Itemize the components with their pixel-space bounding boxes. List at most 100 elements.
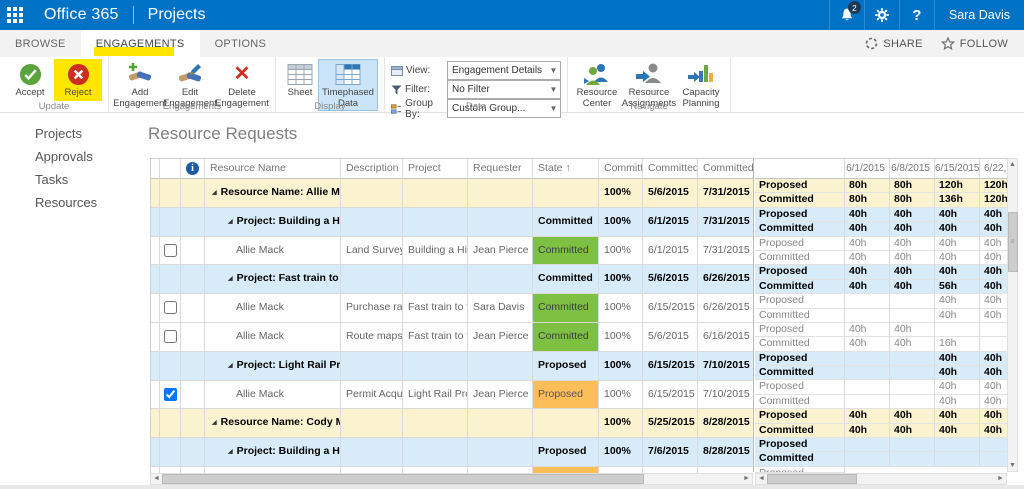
grid-row[interactable]: ◢Project: Fast train to the EasCommitted… <box>151 265 754 294</box>
header-date-2[interactable]: 6/8/2015 <box>890 159 935 179</box>
row-selector-strip[interactable] <box>151 265 160 294</box>
follow-button[interactable]: FOLLOW <box>941 37 1008 50</box>
scroll-left-arrow[interactable]: ◄ <box>151 474 162 484</box>
timephased-value-cell[interactable]: 40h <box>935 366 980 380</box>
timephased-value-cell[interactable]: 120h <box>935 179 980 193</box>
grid-row[interactable]: Allie MackPurchase railroadFast train to… <box>151 294 754 323</box>
timephased-row[interactable]: Committed40h40h40h40h <box>755 251 1007 265</box>
header-committed-start[interactable]: Committed <box>643 159 698 179</box>
row-selector-strip[interactable] <box>151 208 160 237</box>
timephased-value-cell[interactable]: 40h <box>935 294 980 308</box>
help-button[interactable]: ? <box>899 0 934 30</box>
expand-triangle-icon[interactable]: ◢ <box>228 449 233 455</box>
timephased-value-cell[interactable] <box>980 438 1007 452</box>
grid-row[interactable]: ◢Project: Building a High SpeCommitted10… <box>151 208 754 237</box>
timephased-row[interactable]: Committed <box>755 452 1007 466</box>
header-resource-name[interactable]: Resource Name <box>205 159 341 179</box>
notifications-button[interactable]: 2 <box>829 0 864 30</box>
header-committed-pct[interactable]: Committe <box>599 159 643 179</box>
timephased-value-cell[interactable] <box>890 395 935 409</box>
timephased-value-cell[interactable]: 40h <box>935 309 980 323</box>
timephased-row[interactable]: Proposed80h80h120h120h <box>755 179 1007 193</box>
timephased-value-cell[interactable]: 40h <box>980 237 1007 251</box>
left-horizontal-scrollbar-thumb[interactable] <box>162 474 644 484</box>
timephased-value-cell[interactable]: 40h <box>935 222 980 236</box>
timephased-value-cell[interactable] <box>935 452 980 466</box>
scroll-right-arrow[interactable]: ► <box>741 474 752 484</box>
timephased-value-cell[interactable]: 40h <box>935 424 980 438</box>
timephased-value-cell[interactable] <box>935 323 980 337</box>
timephased-value-cell[interactable]: 120h <box>980 179 1007 193</box>
left-horizontal-scrollbar[interactable]: ◄ ► <box>150 473 753 485</box>
timephased-value-cell[interactable]: 40h <box>935 395 980 409</box>
tab-browse[interactable]: BROWSE <box>0 30 81 57</box>
right-horizontal-scrollbar[interactable]: ◄ ► <box>755 473 1007 485</box>
timephased-value-cell[interactable]: 16h <box>935 337 980 351</box>
timephased-value-cell[interactable]: 40h <box>845 409 890 423</box>
sidebar-item-resources[interactable]: Resources <box>0 191 148 214</box>
timephased-row[interactable]: Proposed <box>755 438 1007 452</box>
timephased-value-cell[interactable]: 120h <box>980 193 1007 207</box>
timephased-value-cell[interactable] <box>980 337 1007 351</box>
scroll-up-arrow[interactable]: ▲ <box>1007 159 1018 170</box>
grid-row[interactable]: ◢Project: Building a High SpeProposed100… <box>151 438 754 467</box>
vertical-scrollbar-thumb[interactable]: ≡ <box>1008 212 1018 272</box>
timephased-value-cell[interactable]: 40h <box>935 352 980 366</box>
timephased-value-cell[interactable]: 40h <box>980 380 1007 394</box>
timephased-row[interactable]: Proposed40h40h40h40h <box>755 265 1007 279</box>
timephased-value-cell[interactable] <box>845 294 890 308</box>
timephased-value-cell[interactable]: 40h <box>935 409 980 423</box>
row-checkbox[interactable] <box>164 301 177 314</box>
row-selector-strip[interactable] <box>151 323 160 352</box>
right-horizontal-scrollbar-thumb[interactable] <box>767 474 857 484</box>
header-project[interactable]: Project <box>403 159 468 179</box>
expand-triangle-icon[interactable]: ◢ <box>228 219 233 225</box>
grid-row[interactable]: ◢Resource Name: Allie Mack100%5/6/20157/… <box>151 179 754 208</box>
timephased-value-cell[interactable]: 40h <box>980 424 1007 438</box>
row-selector-strip[interactable] <box>151 409 160 438</box>
timephased-value-cell[interactable]: 40h <box>890 337 935 351</box>
timephased-value-cell[interactable]: 40h <box>890 323 935 337</box>
vertical-scrollbar[interactable]: ▲ ≡ ▼ <box>1007 158 1018 472</box>
timephased-value-cell[interactable]: 40h <box>980 251 1007 265</box>
row-checkbox[interactable] <box>164 388 177 401</box>
filter-dropdown[interactable]: No Filter ▼ <box>447 80 561 99</box>
timephased-row[interactable]: Proposed40h40h <box>755 352 1007 366</box>
timephased-value-cell[interactable]: 40h <box>890 265 935 279</box>
grid-row[interactable]: Allie MackRoute mapsFast train to theJea… <box>151 323 754 352</box>
expand-triangle-icon[interactable]: ◢ <box>212 420 217 426</box>
timephased-row[interactable]: Committed40h40h <box>755 395 1007 409</box>
timephased-value-cell[interactable]: 40h <box>935 380 980 394</box>
timephased-row[interactable]: Committed40h40h <box>755 366 1007 380</box>
timephased-value-cell[interactable]: 40h <box>980 409 1007 423</box>
header-description[interactable]: Description <box>341 159 403 179</box>
scroll-down-arrow[interactable]: ▼ <box>1007 460 1018 471</box>
timephased-value-cell[interactable]: 40h <box>845 237 890 251</box>
expand-triangle-icon[interactable]: ◢ <box>228 363 233 369</box>
timephased-value-cell[interactable]: 40h <box>845 251 890 265</box>
timephased-value-cell[interactable]: 40h <box>980 352 1007 366</box>
header-committed-finish[interactable]: Committed F <box>698 159 754 179</box>
timephased-row[interactable]: Committed40h40h56h40h <box>755 280 1007 294</box>
user-menu[interactable]: Sara Davis <box>934 0 1024 30</box>
grid-row[interactable]: ◢Project: Light Rail ProjectProposed100%… <box>151 352 754 381</box>
timephased-value-cell[interactable] <box>845 309 890 323</box>
timephased-value-cell[interactable] <box>890 366 935 380</box>
row-selector-strip[interactable] <box>151 352 160 381</box>
timephased-value-cell[interactable]: 40h <box>980 366 1007 380</box>
header-requester[interactable]: Requester <box>468 159 533 179</box>
timephased-value-cell[interactable]: 80h <box>845 193 890 207</box>
timephased-value-cell[interactable]: 40h <box>980 280 1007 294</box>
timephased-value-cell[interactable]: 40h <box>845 424 890 438</box>
accept-button[interactable]: Accept <box>6 59 54 101</box>
timephased-value-cell[interactable] <box>890 352 935 366</box>
reject-button[interactable]: Reject <box>54 59 102 101</box>
timephased-value-cell[interactable]: 80h <box>890 193 935 207</box>
view-dropdown[interactable]: Engagement Details ▼ <box>447 61 561 80</box>
sidebar-item-projects[interactable]: Projects <box>0 122 148 145</box>
timephased-row[interactable]: Committed40h40h40h40h <box>755 424 1007 438</box>
grid-row[interactable]: Allie MackLand SurveysBuilding a High SJ… <box>151 237 754 266</box>
app-launcher-icon[interactable] <box>0 0 30 30</box>
timephased-value-cell[interactable]: 40h <box>980 395 1007 409</box>
timephased-row[interactable]: Proposed40h40h40h40h <box>755 208 1007 222</box>
